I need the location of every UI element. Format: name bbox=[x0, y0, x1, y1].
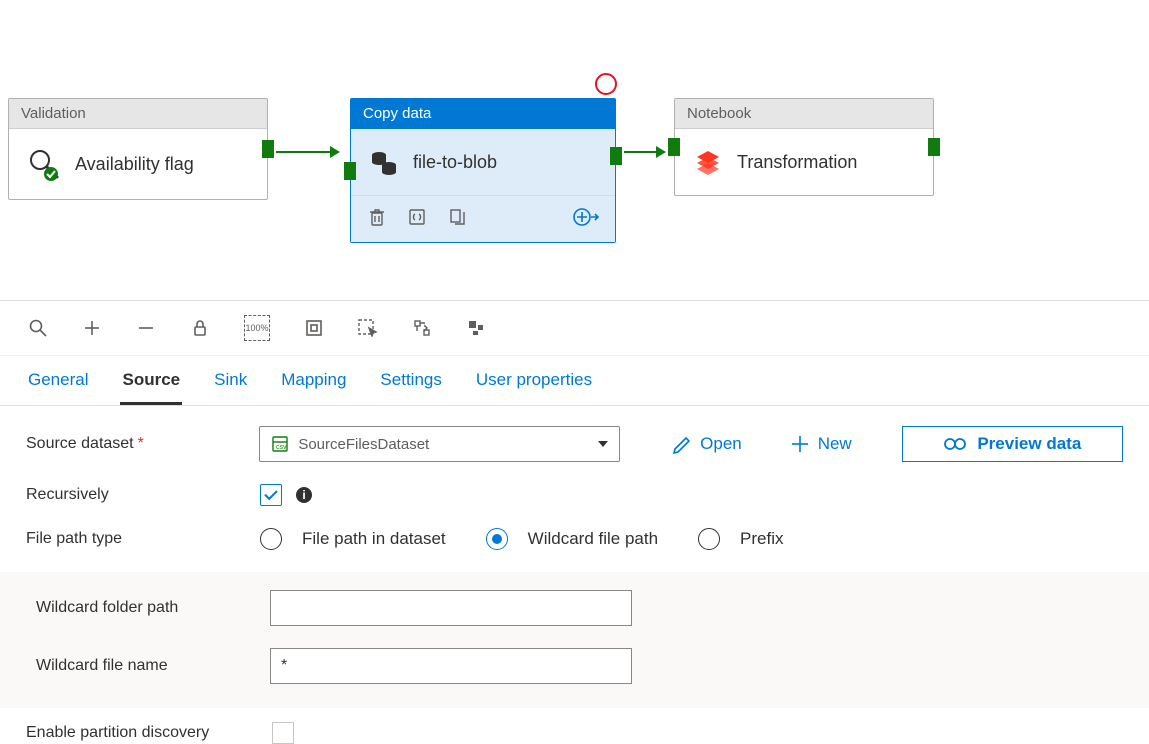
lock-icon[interactable] bbox=[190, 318, 210, 338]
fit-screen-icon[interactable] bbox=[304, 318, 324, 338]
properties-tabs: General Source Sink Mapping Settings Use… bbox=[0, 356, 1149, 406]
zoom-100-icon[interactable]: 100% bbox=[244, 315, 270, 341]
dataset-icon: csv bbox=[270, 434, 290, 454]
activity-validation[interactable]: Validation Availability flag bbox=[8, 98, 268, 200]
radio-wildcard-file-path[interactable] bbox=[486, 528, 508, 550]
databricks-icon bbox=[693, 147, 723, 177]
connector-out[interactable] bbox=[262, 140, 274, 158]
tab-settings[interactable]: Settings bbox=[378, 356, 443, 405]
database-copy-icon bbox=[369, 147, 399, 177]
wildcard-folder-label: Wildcard folder path bbox=[36, 599, 256, 617]
tab-source[interactable]: Source bbox=[120, 356, 182, 405]
activity-validation-header: Validation bbox=[9, 99, 267, 129]
recursively-checkbox[interactable] bbox=[260, 484, 282, 506]
connector-out[interactable] bbox=[610, 147, 622, 165]
radio-prefix-label: Prefix bbox=[740, 529, 783, 549]
chevron-down-icon bbox=[597, 438, 609, 450]
delete-icon[interactable] bbox=[367, 207, 387, 227]
preview-icon bbox=[943, 436, 967, 452]
activity-copy-label: file-to-blob bbox=[413, 152, 497, 173]
partition-discovery-checkbox[interactable] bbox=[272, 722, 294, 744]
search-icon[interactable] bbox=[28, 318, 48, 338]
tab-sink[interactable]: Sink bbox=[212, 356, 249, 405]
recursively-label: Recursively bbox=[26, 486, 246, 504]
wildcard-folder-input[interactable] bbox=[270, 590, 632, 626]
tab-mapping[interactable]: Mapping bbox=[279, 356, 348, 405]
activity-copy-header: Copy data bbox=[351, 99, 615, 129]
connector-in[interactable] bbox=[344, 162, 356, 180]
connector-in[interactable] bbox=[668, 138, 680, 156]
add-output-icon[interactable] bbox=[573, 206, 599, 228]
pipeline-canvas[interactable]: Validation Availability flag Copy data bbox=[0, 0, 1149, 301]
clone-icon[interactable] bbox=[447, 207, 467, 227]
source-dataset-select[interactable]: csv SourceFilesDataset bbox=[259, 426, 620, 462]
zoom-out-icon[interactable] bbox=[136, 318, 156, 338]
wildcard-file-input[interactable] bbox=[270, 648, 632, 684]
wildcard-section: Wildcard folder path Wildcard file name bbox=[0, 572, 1149, 708]
zoom-in-icon[interactable] bbox=[82, 318, 102, 338]
activity-notebook[interactable]: Notebook Transformation bbox=[674, 98, 934, 196]
select-region-icon[interactable] bbox=[358, 318, 378, 338]
new-dataset-button[interactable]: New bbox=[790, 434, 852, 454]
dependency-arrow-2 bbox=[624, 151, 664, 153]
source-dataset-label: Source dataset* bbox=[26, 435, 245, 453]
auto-align-icon[interactable] bbox=[412, 318, 432, 338]
radio-file-path-in-dataset-label: File path in dataset bbox=[302, 529, 446, 549]
file-path-type-label: File path type bbox=[26, 530, 246, 548]
canvas-toolbar: 100% bbox=[0, 301, 1149, 356]
breakpoint-indicator[interactable] bbox=[595, 73, 617, 95]
dependency-arrow-1 bbox=[276, 151, 338, 153]
connector-out[interactable] bbox=[928, 138, 940, 156]
activity-notebook-header: Notebook bbox=[675, 99, 933, 129]
radio-wildcard-file-path-label: Wildcard file path bbox=[528, 529, 658, 549]
preview-data-button[interactable]: Preview data bbox=[902, 426, 1123, 462]
activity-toolbar bbox=[351, 195, 615, 242]
activity-notebook-label: Transformation bbox=[737, 152, 857, 173]
activity-copy-data[interactable]: Copy data file-to-blob bbox=[350, 98, 616, 243]
info-icon[interactable]: i bbox=[296, 487, 312, 503]
magnifier-check-icon bbox=[27, 147, 61, 181]
open-dataset-button[interactable]: Open bbox=[672, 434, 742, 454]
code-icon[interactable] bbox=[407, 207, 427, 227]
source-panel: Source dataset* csv SourceFilesDataset O… bbox=[0, 406, 1149, 744]
wildcard-file-label: Wildcard file name bbox=[36, 657, 256, 675]
source-dataset-value: SourceFilesDataset bbox=[290, 436, 597, 453]
svg-text:csv: csv bbox=[276, 444, 287, 451]
radio-prefix[interactable] bbox=[698, 528, 720, 550]
minimap-icon[interactable] bbox=[466, 318, 486, 338]
partition-discovery-label: Enable partition discovery bbox=[26, 724, 258, 742]
tab-user-properties[interactable]: User properties bbox=[474, 356, 594, 405]
activity-validation-label: Availability flag bbox=[75, 154, 194, 175]
tab-general[interactable]: General bbox=[26, 356, 90, 405]
radio-file-path-in-dataset[interactable] bbox=[260, 528, 282, 550]
